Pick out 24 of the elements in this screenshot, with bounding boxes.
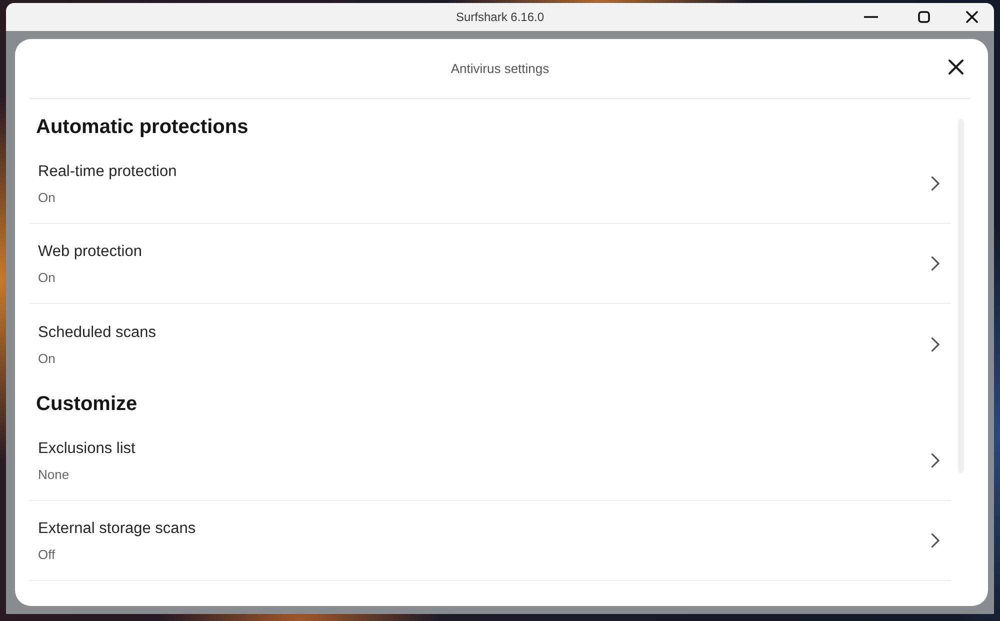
window-title: Surfshark 6.16.0 [456, 10, 544, 24]
setting-label[interactable]: External storage scans [38, 519, 196, 539]
close-button[interactable] [948, 58, 964, 74]
setting-status: On [38, 350, 56, 366]
setting-label[interactable]: Web protection [38, 242, 142, 262]
setting-status: None [38, 467, 70, 483]
maximize-icon [918, 11, 930, 23]
close-icon [948, 58, 964, 74]
section-heading: Customize [36, 392, 138, 416]
section-heading: Automatic protections [36, 115, 248, 139]
setting-label[interactable]: Scheduled scans [38, 322, 156, 342]
setting-label[interactable]: Exclusions list [38, 439, 136, 459]
chevron-right-icon[interactable] [931, 176, 940, 191]
minimize-icon [864, 16, 878, 18]
setting-label[interactable]: Real-time protection [38, 162, 177, 182]
chevron-right-icon[interactable] [931, 256, 940, 271]
chevron-right-icon[interactable] [931, 453, 940, 468]
setting-status: On [38, 270, 56, 286]
setting-status: On [38, 190, 56, 206]
chevron-right-icon[interactable] [931, 336, 940, 352]
setting-status: Off [38, 547, 56, 563]
chevron-right-icon[interactable] [931, 533, 940, 548]
close-icon [966, 11, 978, 23]
dialog-title: Antivirus settings [450, 61, 550, 76]
